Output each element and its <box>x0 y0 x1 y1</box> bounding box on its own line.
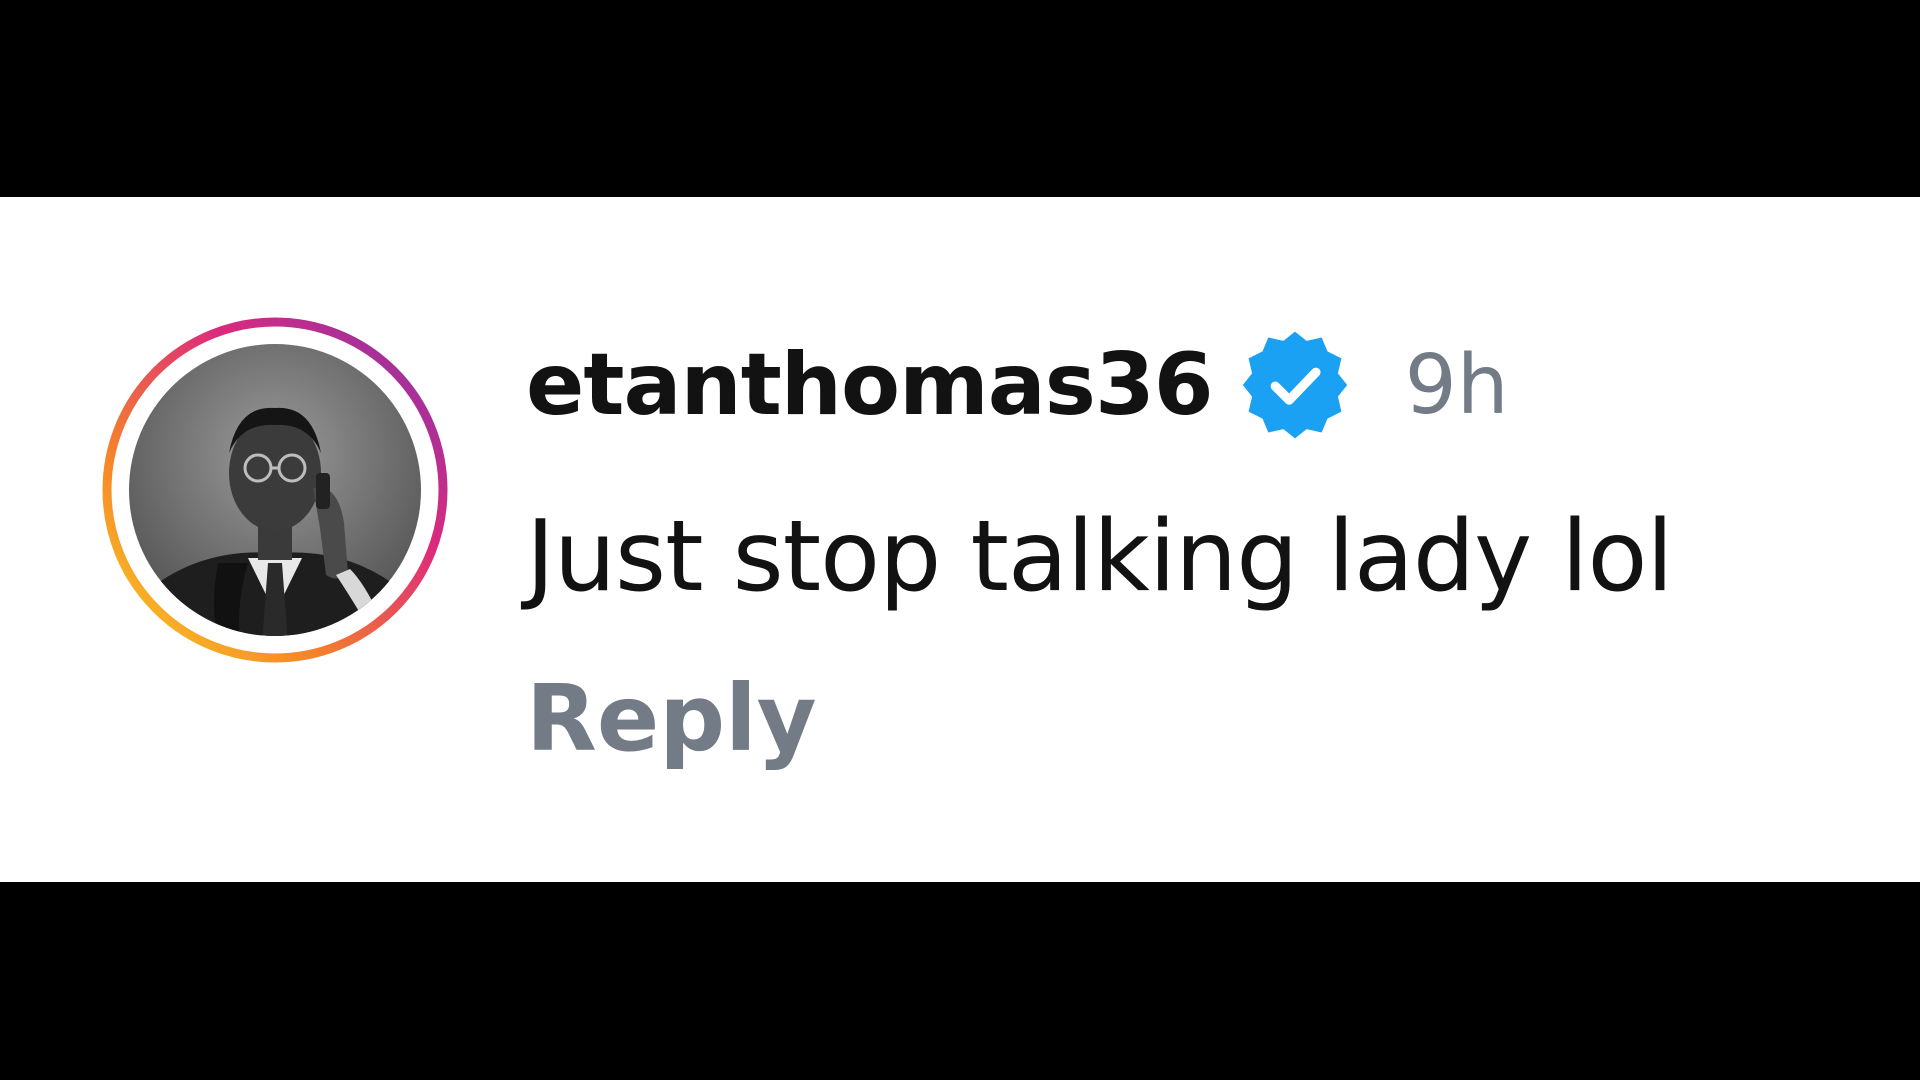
verified-check-icon <box>1242 331 1347 439</box>
letterbox-top <box>0 0 1920 197</box>
screen: etanthomas36 9h Just stop talking lady l… <box>0 0 1920 1080</box>
comment-text: Just stop talking lady lol <box>526 500 1674 614</box>
profile-photo <box>129 344 421 636</box>
reply-button[interactable]: Reply <box>526 665 817 772</box>
username-link[interactable]: etanthomas36 <box>526 335 1214 435</box>
letterbox-bottom <box>0 882 1920 1080</box>
comment-header-row: etanthomas36 9h <box>526 325 1826 445</box>
avatar[interactable] <box>98 313 452 667</box>
avatar-story-ring <box>102 317 448 663</box>
comment-header: etanthomas36 9h <box>526 325 1826 445</box>
comment-timestamp: 9h <box>1404 337 1509 433</box>
